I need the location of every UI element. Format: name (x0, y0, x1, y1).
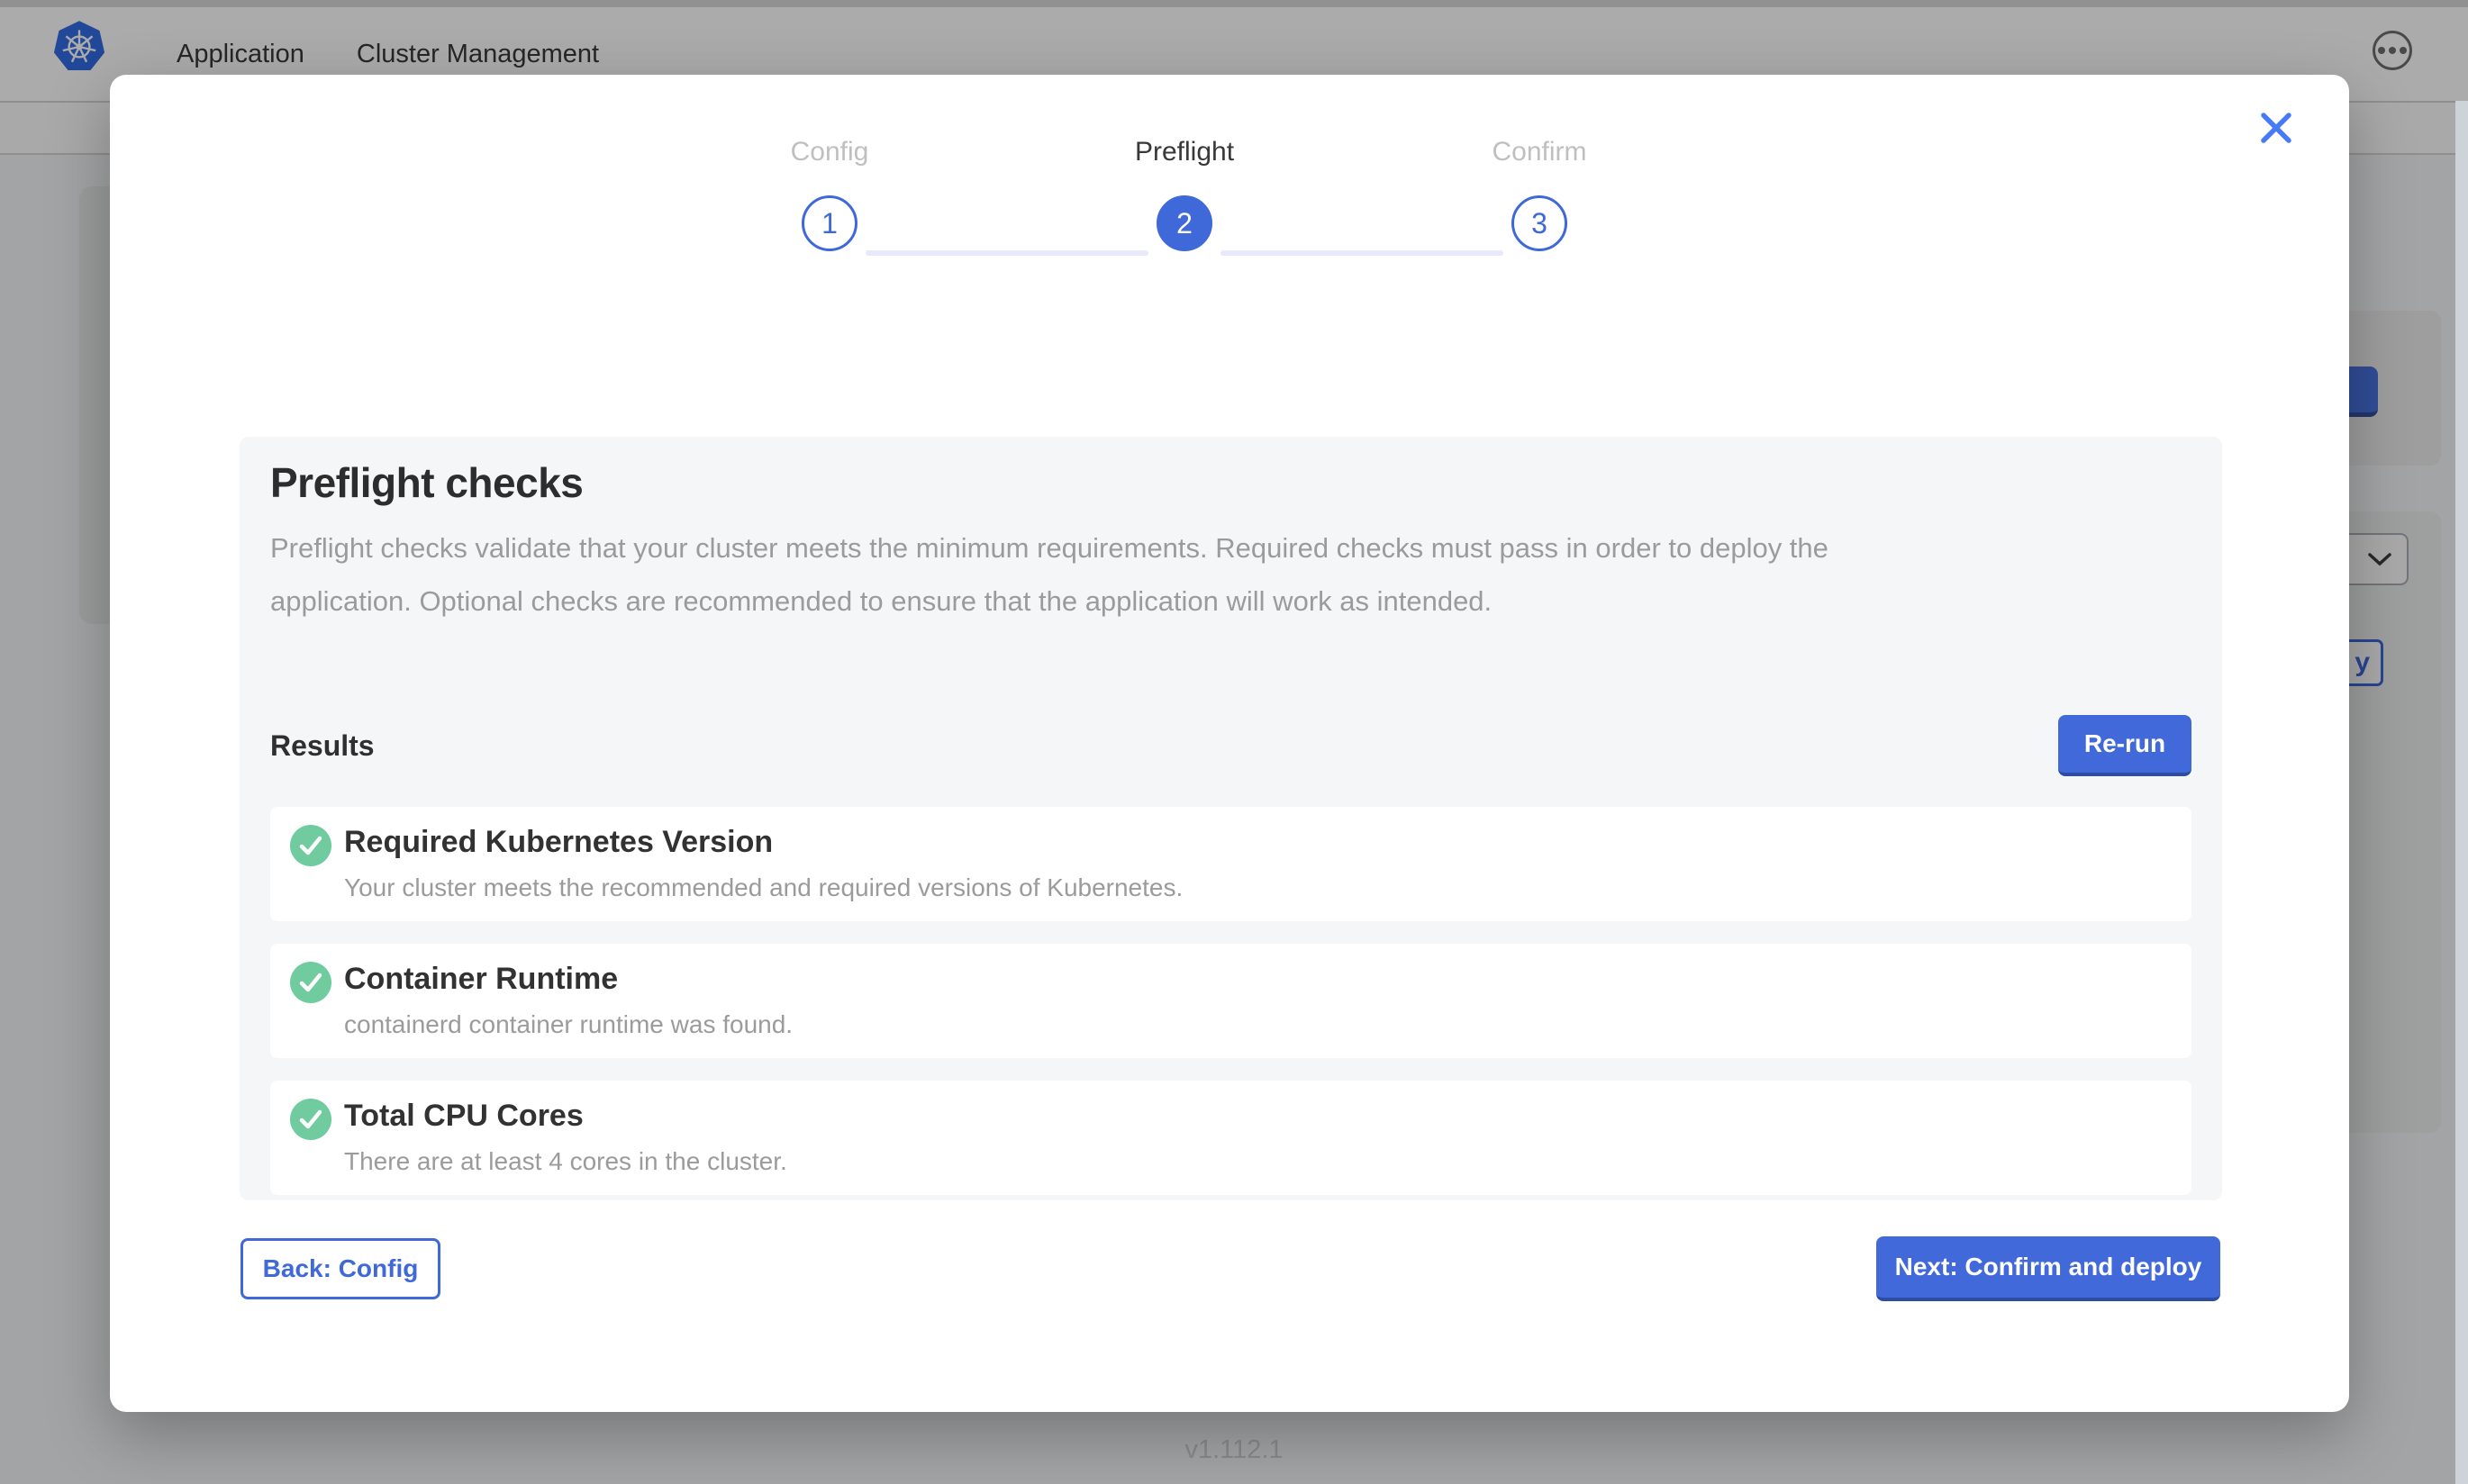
stepper-step-preflight[interactable]: Preflight 2 (1007, 134, 1362, 251)
step-label: Config (791, 134, 869, 170)
check-description: containerd container runtime was found. (344, 1010, 793, 1039)
check-pass-icon (290, 962, 331, 1003)
description-line: Preflight checks validate that your clus… (270, 521, 2191, 575)
check-pass-icon (290, 1099, 331, 1140)
check-row-kubernetes-version: Required Kubernetes Version Your cluster… (270, 807, 2191, 921)
description-line: application. Optional checks are recomme… (270, 575, 2191, 628)
step-number-circle: 1 (802, 195, 857, 251)
rerun-button[interactable]: Re-run (2058, 715, 2191, 776)
step-number-circle: 3 (1511, 195, 1567, 251)
check-title: Required Kubernetes Version (344, 825, 1183, 860)
close-icon[interactable] (2255, 107, 2297, 149)
step-label: Confirm (1492, 134, 1586, 170)
panel-description: Preflight checks validate that your clus… (270, 521, 2191, 628)
check-title: Total CPU Cores (344, 1099, 787, 1134)
wizard-stepper: Config 1 Preflight 2 Confirm 3 (652, 134, 1717, 269)
scrollbar[interactable] (2455, 101, 2468, 1484)
back-config-button[interactable]: Back: Config (240, 1238, 440, 1299)
check-row-container-runtime: Container Runtime containerd container r… (270, 944, 2191, 1058)
next-confirm-deploy-button[interactable]: Next: Confirm and deploy (1876, 1236, 2220, 1301)
step-number-circle: 2 (1157, 195, 1212, 251)
check-description: Your cluster meets the recommended and r… (344, 873, 1183, 902)
preflight-modal: Config 1 Preflight 2 Confirm 3 Preflight… (110, 75, 2349, 1412)
stepper-step-confirm[interactable]: Confirm 3 (1362, 134, 1717, 251)
preflight-panel: Preflight checks Preflight checks valida… (240, 437, 2222, 1200)
screen: Application Cluster Management 0 y v1.11… (0, 0, 2468, 1484)
check-description: There are at least 4 cores in the cluste… (344, 1147, 787, 1176)
check-pass-icon (290, 825, 331, 866)
check-row-cpu-cores: Total CPU Cores There are at least 4 cor… (270, 1081, 2191, 1195)
step-label: Preflight (1135, 134, 1234, 170)
results-header-row: Results Re-run (270, 714, 2191, 777)
check-title: Container Runtime (344, 962, 793, 997)
results-title: Results (270, 729, 375, 763)
stepper-step-config[interactable]: Config 1 (652, 134, 1007, 251)
panel-title: Preflight checks (270, 458, 2191, 507)
